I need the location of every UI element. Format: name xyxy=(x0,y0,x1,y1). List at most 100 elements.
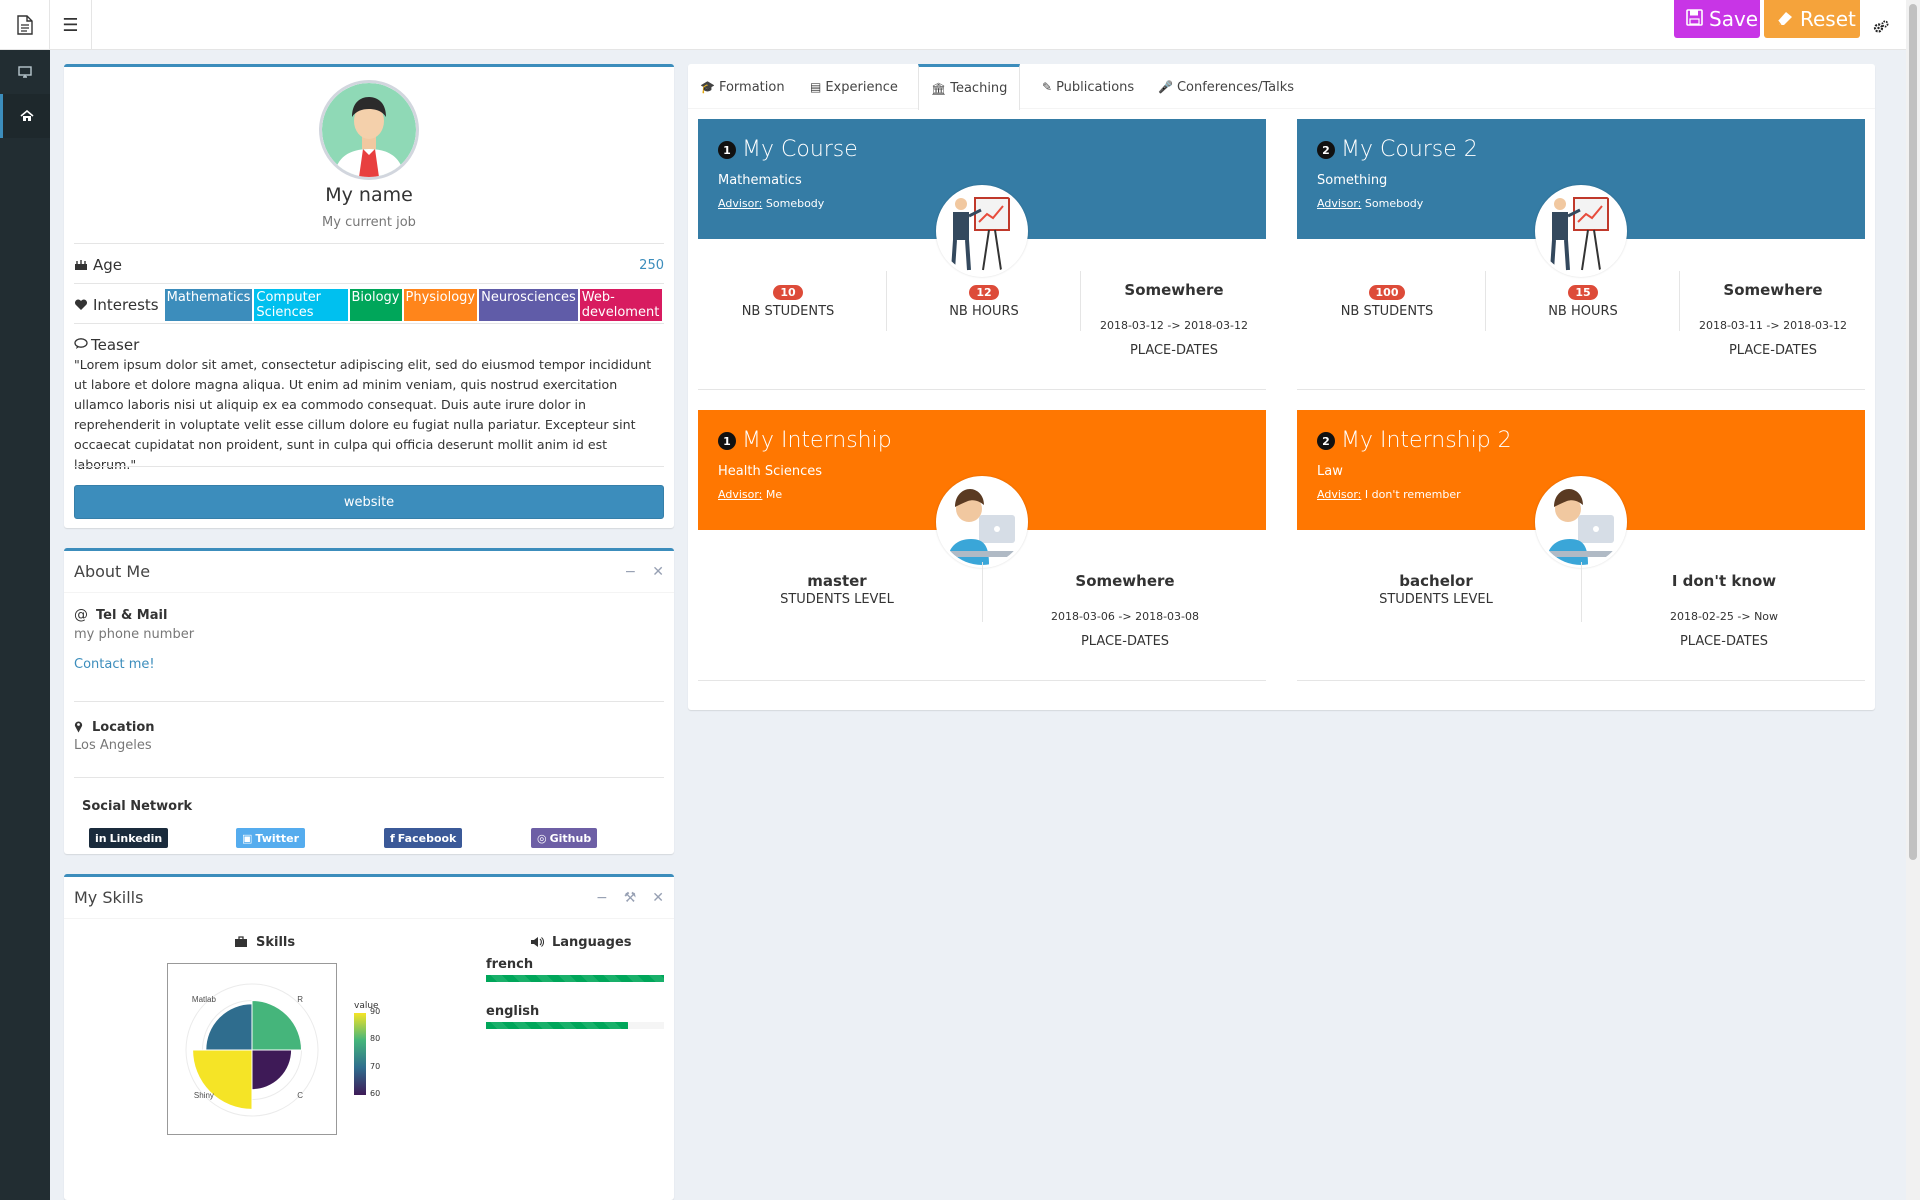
about-title: About Me xyxy=(74,562,151,581)
birthday-cake-icon xyxy=(74,256,88,275)
internship-number: 2 xyxy=(1317,432,1335,450)
contact-link[interactable]: Contact me! xyxy=(74,657,155,672)
student-avatar xyxy=(936,476,1028,568)
minimize-icon[interactable]: − xyxy=(596,890,608,906)
course-subject: Something xyxy=(1317,173,1388,188)
internship-number: 1 xyxy=(718,432,736,450)
internship-card-1: 1 My Internship Health Sciences Advisor: … xyxy=(698,410,1266,683)
category-label: C xyxy=(297,1091,303,1100)
language-progress-fill xyxy=(486,975,664,982)
tab-experience[interactable]: ▤ Experience xyxy=(798,64,910,110)
divider xyxy=(1581,562,1582,622)
advisor-label: Advisor: xyxy=(718,197,763,210)
students-badge: 100 xyxy=(1368,285,1406,300)
tab-teaching[interactable]: 🏛 Teaching xyxy=(918,64,1021,110)
language-row: french xyxy=(486,957,664,1004)
location-label-row: Location xyxy=(74,718,155,737)
close-icon[interactable]: ✕ xyxy=(652,564,664,580)
comment-icon xyxy=(74,335,88,354)
skill-slice-r xyxy=(251,999,303,1051)
document-logo-icon[interactable] xyxy=(0,0,50,50)
language-progress xyxy=(486,975,664,982)
place-dates-label: PLACE-DATES xyxy=(1080,634,1170,649)
interest-tag: Computer Sciences xyxy=(254,289,348,321)
profile-name: My name xyxy=(325,184,413,206)
course-title: 1 My Course xyxy=(718,137,858,162)
sidebar xyxy=(0,50,50,1200)
skill-slice-c xyxy=(251,1049,293,1091)
sidebar-item-home[interactable] xyxy=(0,94,50,138)
tab-label: Publications xyxy=(1056,79,1135,95)
phone-text: my phone number xyxy=(74,627,195,642)
minimize-icon[interactable]: − xyxy=(625,564,637,580)
github-button[interactable]: ◎ Github xyxy=(531,828,598,848)
divider xyxy=(982,562,983,622)
scrollbar-thumb[interactable] xyxy=(1909,4,1917,860)
profile-box: My name My current job Age 250 Interests… xyxy=(64,64,674,528)
divider xyxy=(74,466,664,467)
divider xyxy=(74,323,664,324)
menu-toggle-icon[interactable]: ☰ xyxy=(50,0,92,50)
microphone-icon: 🎤 xyxy=(1158,80,1173,94)
language-progress-fill xyxy=(486,1022,629,1029)
category-label: Shiny xyxy=(194,1091,214,1100)
heart-icon xyxy=(74,296,88,315)
page-scrollbar[interactable] xyxy=(1906,0,1920,1200)
age-row: Age 250 xyxy=(74,253,664,277)
gears-icon[interactable] xyxy=(1868,14,1894,40)
location-label: Location xyxy=(92,720,155,735)
advisor-label: Advisor: xyxy=(1317,488,1362,501)
divider xyxy=(1297,389,1865,390)
floppy-disk-icon xyxy=(1686,7,1703,31)
skills-sub-label: Skills xyxy=(256,935,296,950)
language-row: english xyxy=(486,1004,664,1051)
website-button[interactable]: website xyxy=(74,485,664,519)
tel-mail-label: Tel & Mail xyxy=(96,607,168,623)
tab-conferences-talks[interactable]: 🎤 Conferences/Talks xyxy=(1146,64,1306,110)
languages-sub-label: Languages xyxy=(552,935,632,950)
divider xyxy=(1679,271,1680,331)
sidebar-item-desktop[interactable] xyxy=(0,50,50,94)
twitter-button[interactable]: ▣ Twitter xyxy=(236,828,306,848)
interest-tag: Biology xyxy=(349,289,402,321)
level-stat: bachelor STUDENTS LEVEL xyxy=(1297,572,1575,607)
skills-polar-chart: RCShinyMatlab0255075 xyxy=(154,983,319,1117)
interest-tag: Neurosciences xyxy=(479,289,578,321)
skills-title: My Skills xyxy=(74,888,144,907)
place-dates-label: PLACE-DATES xyxy=(1679,634,1769,649)
profile-job: My current job xyxy=(322,215,416,230)
tab-label: Experience xyxy=(825,79,898,95)
tab-publications[interactable]: ✎ Publications xyxy=(1030,64,1146,110)
interest-tag: Web-develoment xyxy=(579,289,662,321)
advisor-name: Somebody xyxy=(1364,197,1424,210)
course-title-text: My Course 2 xyxy=(1341,137,1478,162)
wrench-icon[interactable]: ⚒ xyxy=(624,890,637,906)
interest-tag: Physiology xyxy=(403,289,478,321)
advisor-label: Advisor: xyxy=(1317,197,1362,210)
social-links: in Linkedin ▣ Twitter f Facebook ◎ Github xyxy=(64,828,674,850)
advisor-label: Advisor: xyxy=(718,488,763,501)
home-icon xyxy=(19,107,34,126)
interests-label: Interests xyxy=(93,296,159,314)
desktop-icon xyxy=(18,63,32,82)
course-card-2: 2 My Course 2 Something Advisor: Somebody… xyxy=(1297,119,1865,392)
divider xyxy=(1297,680,1865,681)
student-avatar xyxy=(1535,476,1627,568)
internship-subject: Law xyxy=(1317,464,1343,479)
my-skills-box: My Skills − ⚒ ✕ Skills Languages R C Shiny… xyxy=(64,874,674,1200)
chart-legend: value 60 70 80 90 xyxy=(354,1001,394,1111)
close-icon[interactable]: ✕ xyxy=(652,890,664,906)
pencil-icon: ✎ xyxy=(1042,80,1053,94)
legend-tick: 90 xyxy=(370,1007,381,1016)
dates-value: 2018-02-25 -> Now xyxy=(1669,610,1779,623)
tel-mail-label-row: @ Tel & Mail xyxy=(74,607,167,623)
place-dates-stat: Somewhere 2018-03-06 -> 2018-03-08 PLACE… xyxy=(986,572,1264,649)
linkedin-button[interactable]: in Linkedin xyxy=(89,828,169,848)
save-button[interactable]: Save xyxy=(1674,0,1760,38)
divider xyxy=(1080,271,1081,331)
reset-button[interactable]: Reset xyxy=(1764,0,1860,38)
eraser-icon xyxy=(1776,7,1794,31)
tab-formation[interactable]: 🎓 Formation xyxy=(688,64,797,110)
facebook-button[interactable]: f Facebook xyxy=(384,828,463,848)
students-label: NB STUDENTS xyxy=(741,304,835,319)
